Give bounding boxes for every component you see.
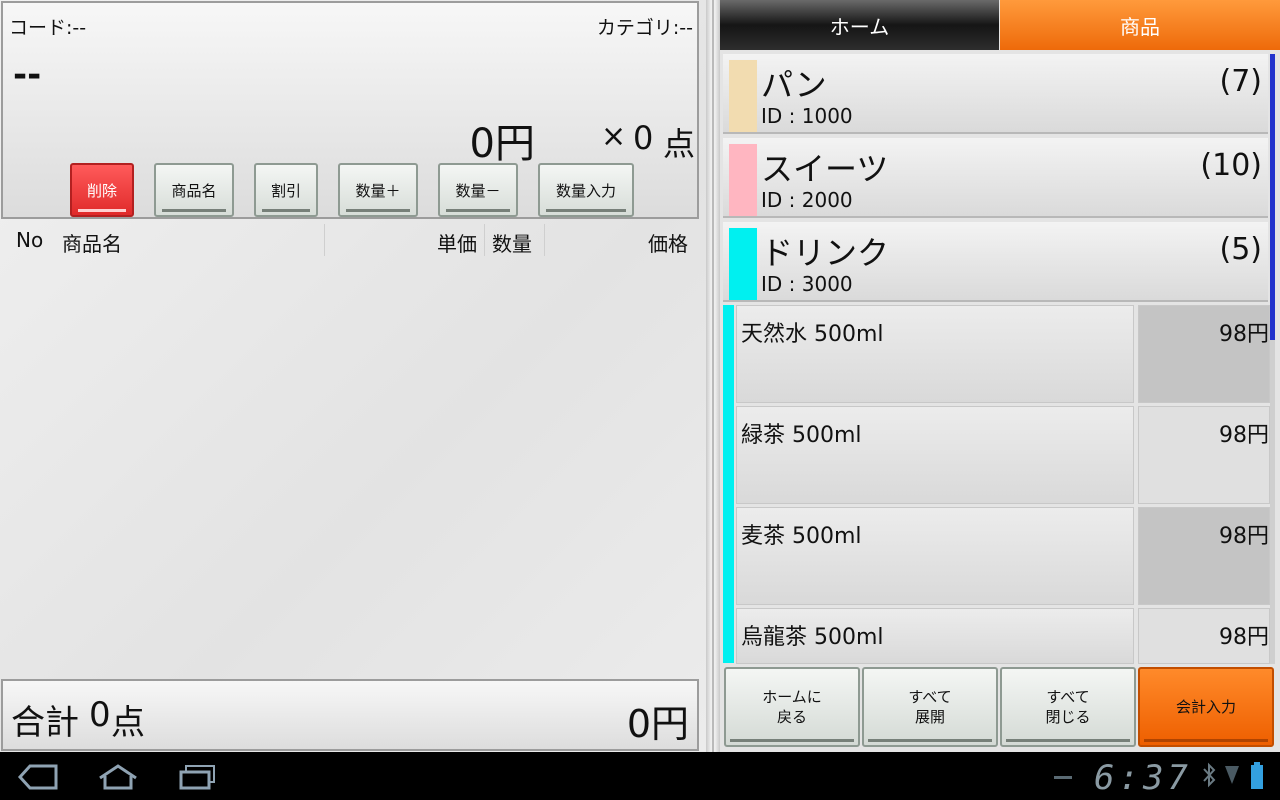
- catalog-pane: ホーム 商品 パン ID : 1000 (7) スイーツ ID : 2000 (…: [720, 0, 1280, 752]
- category-id: ID : 2000: [761, 188, 853, 212]
- back-home-button[interactable]: ホームに 戻る: [724, 667, 860, 747]
- checkout-button[interactable]: 会計入力: [1138, 667, 1274, 747]
- product-name: 天然水 500ml: [741, 322, 884, 347]
- product-price: 98円: [1219, 524, 1269, 549]
- category-item-bread[interactable]: パン ID : 1000 (7): [723, 54, 1268, 134]
- category-count: (7): [1219, 64, 1263, 99]
- category-name: パン: [761, 66, 827, 104]
- product-name-button[interactable]: 商品名: [154, 163, 234, 217]
- col-no: No: [16, 228, 44, 252]
- tab-home[interactable]: ホーム: [720, 0, 999, 50]
- category-color-swatch: [729, 228, 757, 300]
- product-item[interactable]: 天然水 500ml: [736, 305, 1134, 403]
- product-name: 烏龍茶 500ml: [741, 625, 884, 650]
- tab-products[interactable]: 商品: [1000, 0, 1280, 50]
- category-name: スイーツ: [761, 150, 889, 188]
- current-item-name: --: [13, 55, 42, 95]
- catalog-scroll-thumb[interactable]: [1270, 54, 1275, 340]
- expanded-category-indicator: [723, 305, 734, 663]
- collapse-all-button[interactable]: すべて 閉じる: [1000, 667, 1136, 747]
- col-price: 価格: [648, 232, 688, 256]
- code-label: コード:--: [9, 17, 87, 39]
- total-unit: 点: [111, 703, 145, 743]
- quantity-input-button[interactable]: 数量入力: [538, 163, 634, 217]
- product-price-cell[interactable]: 98円: [1138, 507, 1270, 605]
- total-count: 0: [89, 695, 111, 735]
- discount-button[interactable]: 割引: [254, 163, 318, 217]
- home-icon[interactable]: [96, 764, 140, 790]
- product-price-cell[interactable]: 98円: [1138, 406, 1270, 504]
- delete-button[interactable]: 削除: [70, 163, 134, 217]
- category-id: ID : 3000: [761, 272, 853, 296]
- quantity-plus-button[interactable]: 数量＋: [338, 163, 418, 217]
- signal-icon: [1225, 766, 1239, 784]
- pane-divider[interactable]: [706, 0, 720, 752]
- quantity-unit: 点: [663, 125, 696, 163]
- col-name: 商品名: [62, 232, 122, 256]
- product-item[interactable]: 烏龍茶 500ml: [736, 608, 1134, 664]
- col-quantity: 数量: [492, 232, 532, 256]
- category-item-drinks[interactable]: ドリンク ID : 3000 (5): [723, 222, 1268, 302]
- total-label: 合計: [11, 703, 79, 743]
- product-name: 緑茶 500ml: [741, 423, 862, 448]
- back-icon[interactable]: [16, 764, 60, 790]
- total-price: 0円: [626, 702, 689, 746]
- product-name: 麦茶 500ml: [741, 524, 862, 549]
- system-bar: 6:37: [0, 752, 1280, 800]
- category-name: ドリンク: [761, 234, 890, 272]
- category-id: ID : 1000: [761, 104, 853, 128]
- recent-apps-icon[interactable]: [178, 764, 218, 790]
- col-separator: [324, 224, 325, 256]
- col-separator: [484, 224, 485, 256]
- col-unit-price: 単価: [437, 232, 477, 256]
- category-count: (5): [1219, 232, 1263, 267]
- bluetooth-icon: [1203, 762, 1216, 788]
- product-price-cell[interactable]: 98円: [1138, 305, 1270, 403]
- product-price-cell[interactable]: 98円: [1138, 608, 1270, 664]
- category-label: カテゴリ:--: [596, 17, 693, 39]
- battery-icon: [1251, 762, 1263, 789]
- category-count: (10): [1200, 148, 1262, 183]
- product-price: 98円: [1219, 322, 1269, 347]
- category-color-swatch: [729, 60, 757, 132]
- product-item[interactable]: 麦茶 500ml: [736, 507, 1134, 605]
- product-item[interactable]: 緑茶 500ml: [736, 406, 1134, 504]
- register-pane: コード:-- カテゴリ:-- -- 0円 × 0 点 削除 商品名 割引 数量＋…: [0, 0, 706, 752]
- current-item-panel: コード:-- カテゴリ:-- -- 0円 × 0 点 削除 商品名 割引 数量＋…: [1, 1, 699, 219]
- items-table-header: No 商品名 単価 数量 価格: [0, 222, 702, 258]
- times-sign: ×: [601, 119, 627, 154]
- category-color-swatch: [729, 144, 757, 216]
- quantity-minus-button[interactable]: 数量－: [438, 163, 518, 217]
- status-dash-icon: [1054, 776, 1072, 779]
- current-item-quantity: 0: [633, 119, 654, 157]
- expand-all-button[interactable]: すべて 展開: [862, 667, 998, 747]
- product-price: 98円: [1219, 423, 1269, 448]
- totals-panel: 合計 0 点 0円: [1, 679, 699, 751]
- status-clock: 6:37: [1094, 758, 1192, 798]
- category-item-sweets[interactable]: スイーツ ID : 2000 (10): [723, 138, 1268, 218]
- current-item-price: 0円: [469, 121, 535, 167]
- product-price: 98円: [1219, 625, 1269, 650]
- col-separator: [544, 224, 545, 256]
